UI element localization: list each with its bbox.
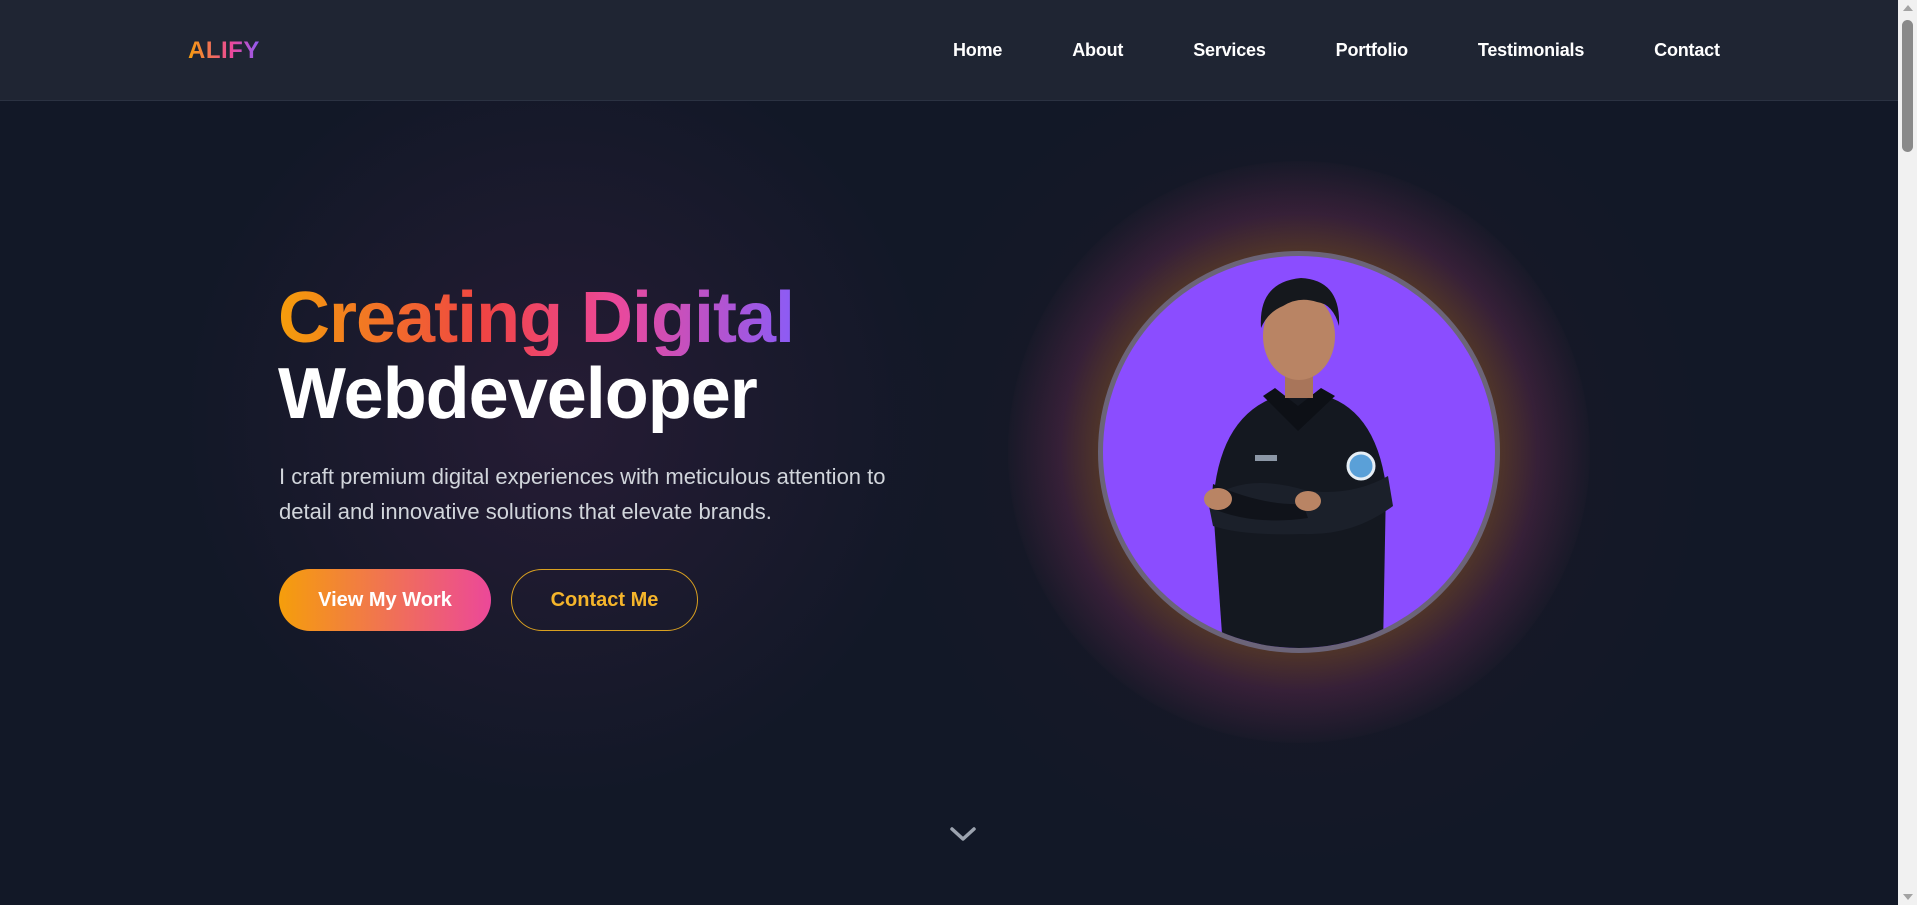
hero-description: I craft premium digital experiences with… — [279, 464, 886, 524]
nav-item-services[interactable]: Services — [1193, 40, 1266, 61]
hero-title-line2: Webdeveloper — [278, 354, 758, 434]
scroll-down-button[interactable] — [948, 823, 978, 845]
profile-photo — [1098, 251, 1500, 653]
contact-me-button[interactable]: Contact Me — [511, 569, 698, 631]
hero-title-line1: Creating Digital — [278, 278, 795, 358]
nav-item-about[interactable]: About — [1072, 40, 1123, 61]
nav-item-contact[interactable]: Contact — [1654, 40, 1720, 61]
navbar: ALIFY Home About Services Portfolio Test… — [0, 0, 1898, 101]
view-my-work-button[interactable]: View My Work — [279, 569, 491, 631]
nav-item-home[interactable]: Home — [953, 40, 1002, 61]
hero-title: Creating Digital Webdeveloper — [278, 278, 795, 434]
scrollbar-thumb[interactable] — [1902, 20, 1913, 152]
nav-item-testimonials[interactable]: Testimonials — [1478, 40, 1584, 61]
chevron-down-icon — [950, 827, 976, 841]
vertical-scrollbar[interactable] — [1898, 0, 1917, 905]
scroll-down-arrow-icon[interactable] — [1903, 894, 1913, 900]
nav-item-portfolio[interactable]: Portfolio — [1336, 40, 1408, 61]
main-nav: Home About Services Portfolio Testimonia… — [953, 40, 1720, 61]
page: ALIFY Home About Services Portfolio Test… — [0, 0, 1917, 905]
profile-avatar-container — [1008, 161, 1590, 743]
person-illustration — [1204, 278, 1393, 648]
brand-logo[interactable]: ALIFY — [188, 37, 260, 65]
scroll-up-arrow-icon[interactable] — [1903, 5, 1913, 11]
